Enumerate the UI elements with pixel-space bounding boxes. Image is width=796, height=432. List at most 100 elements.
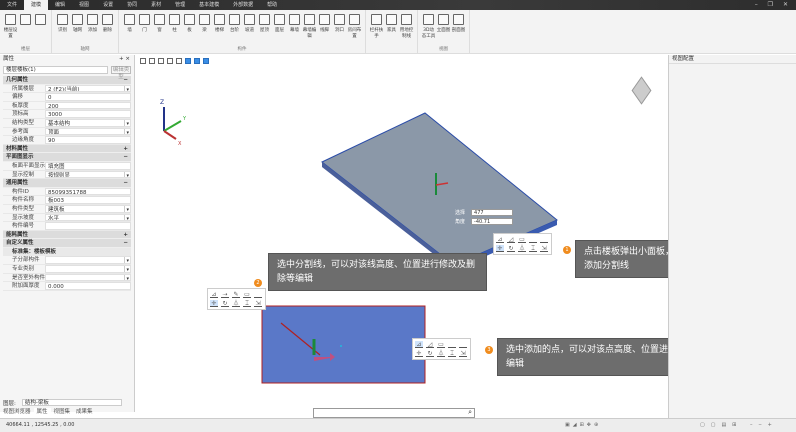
- ribbon-button[interactable]: 栏杆扶手: [369, 12, 384, 53]
- property-label: 构件编号: [3, 222, 45, 230]
- tool-icon: [169, 14, 180, 25]
- add-split-line-icon[interactable]: ◿: [426, 341, 434, 348]
- section-toggle[interactable]: −: [123, 239, 128, 247]
- layout-tools[interactable]: ▢▢▤⊞ –‒+: [700, 419, 778, 432]
- property-grid: 几何属性−所属楼层2 (F2)(当前)偏移0板厚度200顶标高3000结构类型基…: [0, 76, 134, 291]
- property-value[interactable]: 0.000: [45, 282, 131, 290]
- property-value[interactable]: 板003: [45, 196, 131, 204]
- menu-tab[interactable]: 文件: [0, 0, 24, 10]
- align-icon[interactable]: ⌶: [529, 245, 537, 252]
- property-section-header[interactable]: 几何属性−: [3, 76, 131, 85]
- move-icon[interactable]: ✛: [415, 350, 423, 357]
- menu-tab[interactable]: 编辑: [48, 0, 72, 10]
- panel-tab[interactable]: 成果集: [73, 408, 96, 417]
- property-value[interactable]: [45, 222, 131, 230]
- property-dropdown[interactable]: [45, 256, 131, 264]
- property-section-header[interactable]: 自定义属性−: [3, 239, 131, 248]
- property-label: 子分部构件: [3, 256, 45, 264]
- menu-tab[interactable]: 基本建模: [192, 0, 226, 10]
- rotate-icon[interactable]: ↻: [221, 300, 229, 307]
- property-value[interactable]: 90: [45, 136, 131, 144]
- property-section-header[interactable]: 能耗属性+: [3, 231, 131, 240]
- add-point-icon[interactable]: ⊿: [415, 341, 423, 348]
- ribbon-button-label: 房间布置: [347, 27, 362, 39]
- property-value[interactable]: 200: [45, 102, 131, 110]
- property-section-header[interactable]: 平面图显示−: [3, 153, 131, 162]
- split-icon[interactable]: ⇢: [221, 291, 229, 298]
- delete-icon[interactable]: ▭: [518, 236, 526, 243]
- delete-icon[interactable]: ▭: [243, 291, 251, 298]
- property-section-header[interactable]: 通用属性−: [3, 179, 131, 188]
- align-icon[interactable]: ⌶: [243, 300, 251, 307]
- view-config-panel: 视图配置: [668, 55, 796, 418]
- property-value[interactable]: 85099351788: [45, 188, 131, 196]
- rotate-icon[interactable]: ↻: [426, 350, 434, 357]
- ribbon-button[interactable]: 家具: [384, 12, 399, 53]
- property-label: 偏移: [3, 93, 45, 101]
- menu-tab[interactable]: 视图: [72, 0, 96, 10]
- command-search-input[interactable]: [313, 408, 475, 418]
- align-icon[interactable]: ⌶: [448, 350, 456, 357]
- move-icon[interactable]: ✛: [496, 245, 504, 252]
- menu-tab[interactable]: 外部数据: [226, 0, 260, 10]
- panel-tab[interactable]: 视图浏览器: [0, 408, 34, 417]
- property-value[interactable]: 填充图: [45, 162, 131, 170]
- property-value[interactable]: 3000: [45, 110, 131, 118]
- property-dropdown[interactable]: 顶面: [45, 128, 131, 136]
- edit-type-button[interactable]: 编辑类型: [111, 66, 131, 74]
- property-label: 结构类型: [3, 119, 45, 127]
- mirror-icon[interactable]: ⏃: [232, 300, 240, 307]
- menu-tab[interactable]: 素材: [144, 0, 168, 10]
- property-row: 参考面顶面: [3, 128, 131, 137]
- property-label: 所属楼层: [3, 85, 45, 93]
- property-dropdown[interactable]: 建筑板: [45, 205, 131, 213]
- 3d-viewport[interactable]: Z Y X 选择477 角度-40.71 ⊿◿▭✛↻⏃⌶⇲ ⊿⇢✎▭✛↻⏃⌶⇲ …: [136, 55, 667, 418]
- ribbon-group-label: 构件: [119, 46, 365, 52]
- property-dropdown[interactable]: 水平: [45, 214, 131, 222]
- section-toggle[interactable]: −: [123, 179, 128, 187]
- section-toggle[interactable]: −: [123, 153, 128, 161]
- property-dropdown[interactable]: [45, 265, 131, 273]
- section-title: 材料属性: [6, 145, 28, 153]
- mirror-icon[interactable]: ⏃: [437, 350, 445, 357]
- layer-dropdown[interactable]: 结构-梁板: [22, 399, 122, 406]
- panel-tab[interactable]: 属性: [34, 408, 51, 417]
- section-toggle[interactable]: +: [123, 145, 128, 153]
- add-point-icon[interactable]: ⊿: [496, 236, 504, 243]
- property-dropdown[interactable]: 按规则显: [45, 171, 131, 179]
- panel-tab[interactable]: 视图集: [51, 408, 74, 417]
- edit-icon[interactable]: ✎: [232, 291, 240, 298]
- offset-icon[interactable]: ⇲: [254, 300, 262, 307]
- section-toggle[interactable]: +: [123, 231, 128, 239]
- menu-tab[interactable]: 协同: [120, 0, 144, 10]
- property-section-header[interactable]: 材料属性 +: [3, 145, 131, 154]
- menu-tab[interactable]: 设置: [96, 0, 120, 10]
- ribbon-button[interactable]: 用地控制线: [399, 12, 414, 53]
- add-point-icon[interactable]: ⊿: [210, 291, 218, 298]
- property-dropdown[interactable]: 基本结构: [45, 119, 131, 127]
- element-type-select[interactable]: 楼层楼板(1): [3, 66, 108, 74]
- mirror-icon[interactable]: ⏃: [518, 245, 526, 252]
- property-value[interactable]: 0: [45, 93, 131, 101]
- tool-icon: [35, 14, 46, 25]
- move-icon[interactable]: ✛: [210, 300, 218, 307]
- panel-controls[interactable]: + ×: [119, 55, 130, 64]
- menu-tab[interactable]: 建模: [24, 0, 48, 10]
- offset-icon[interactable]: ⇲: [459, 350, 467, 357]
- input-value[interactable]: -40.71: [471, 218, 513, 225]
- delete-icon[interactable]: ▭: [437, 341, 445, 348]
- length-input[interactable]: 选择477: [455, 209, 513, 216]
- rotate-icon[interactable]: ↻: [507, 245, 515, 252]
- input-value[interactable]: 477: [471, 209, 513, 216]
- menu-tab[interactable]: 管理: [168, 0, 192, 10]
- window-controls[interactable]: – ❐ ✕: [755, 1, 792, 8]
- snap-tools[interactable]: ▣◢⊞✥⊕: [565, 419, 601, 432]
- section-toggle[interactable]: −: [123, 76, 128, 84]
- offset-icon[interactable]: ⇲: [540, 245, 548, 252]
- add-split-line-icon[interactable]: ◿: [507, 236, 515, 243]
- angle-input[interactable]: 角度-40.71: [455, 218, 513, 225]
- menu-tab[interactable]: 帮助: [260, 0, 284, 10]
- property-dropdown[interactable]: 2 (F2)(当前): [45, 85, 131, 93]
- property-label: 板厚度: [3, 102, 45, 110]
- property-dropdown[interactable]: [45, 274, 131, 282]
